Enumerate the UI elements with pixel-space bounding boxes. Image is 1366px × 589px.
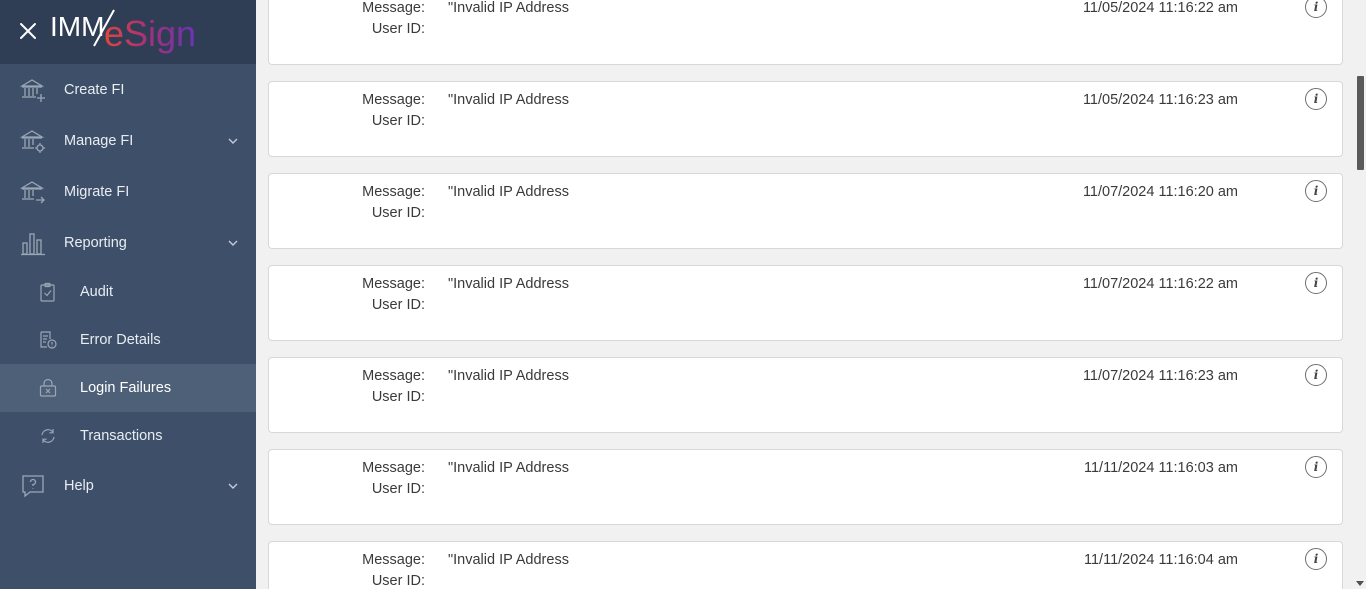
message-value: "Invalid IP Address (448, 0, 569, 16)
scrollbar-thumb[interactable] (1357, 76, 1364, 170)
info-icon[interactable]: i (1305, 456, 1327, 478)
list-item: Message: User ID: "Invalid IP Address 11… (268, 357, 1343, 433)
document-error-icon (38, 330, 58, 350)
timestamp: 11/05/2024 11:16:23 am (1082, 92, 1238, 108)
sidebar-item-help[interactable]: Help (0, 460, 256, 511)
sidebar-item-label: Login Failures (80, 380, 172, 396)
sidebar-item-reporting[interactable]: Reporting (0, 217, 256, 268)
sidebar-item-label: Transactions (80, 428, 163, 444)
list-item: Message: User ID: "Invalid IP Address 11… (268, 173, 1343, 249)
user-id-label: User ID: (371, 481, 425, 497)
sidebar: IMM eSign Create FI Manage FI Migrate FI… (0, 0, 256, 589)
message-value: "Invalid IP Address (448, 460, 569, 476)
message-value: "Invalid IP Address (448, 368, 569, 384)
sidebar-header: IMM eSign (0, 0, 256, 64)
user-id-label: User ID: (371, 113, 425, 129)
sidebar-item-label: Help (64, 477, 94, 494)
info-icon[interactable]: i (1305, 548, 1327, 570)
sidebar-item-login-failures[interactable]: Login Failures (0, 364, 256, 412)
message-value: "Invalid IP Address (448, 92, 569, 108)
bank-arrow-icon (19, 179, 46, 205)
chevron-down-icon[interactable] (226, 134, 240, 148)
sidebar-nav: Create FI Manage FI Migrate FI Reporting… (0, 64, 256, 511)
message-label: Message: (362, 552, 425, 568)
message-label: Message: (362, 0, 425, 16)
sidebar-item-label: Manage FI (64, 132, 134, 149)
lock-x-icon (38, 378, 58, 398)
bar-chart-icon (20, 230, 46, 256)
sidebar-item-label: Audit (80, 284, 114, 300)
svg-text:eSign: eSign (104, 13, 196, 54)
sidebar-item-migrate-fi[interactable]: Migrate FI (0, 166, 256, 217)
user-id-label: User ID: (371, 297, 425, 313)
user-id-label: User ID: (371, 573, 425, 589)
message-value: "Invalid IP Address (448, 552, 569, 568)
info-icon[interactable]: i (1305, 180, 1327, 202)
list-item: Message: User ID: "Invalid IP Address 11… (268, 541, 1343, 589)
message-value: "Invalid IP Address (448, 276, 569, 292)
timestamp: 11/07/2024 11:16:20 am (1082, 184, 1238, 200)
user-id-label: User ID: (371, 21, 425, 37)
info-icon[interactable]: i (1305, 364, 1327, 386)
sidebar-item-error-details[interactable]: Error Details (0, 316, 256, 364)
login-failures-list: Message: User ID: "Invalid IP Address 11… (256, 0, 1354, 589)
scroll-down-arrow-icon[interactable] (1356, 581, 1364, 586)
timestamp: 11/11/2024 11:16:04 am (1084, 552, 1238, 568)
sync-icon (38, 426, 58, 446)
message-label: Message: (362, 276, 425, 292)
timestamp: 11/05/2024 11:16:22 am (1082, 0, 1238, 16)
timestamp: 11/07/2024 11:16:22 am (1082, 276, 1238, 292)
user-id-label: User ID: (371, 205, 425, 221)
info-icon[interactable]: i (1305, 272, 1327, 294)
sidebar-item-label: Create FI (64, 81, 125, 98)
sidebar-item-label: Migrate FI (64, 183, 130, 200)
sidebar-item-audit[interactable]: Audit (0, 268, 256, 316)
list-item: Message: User ID: "Invalid IP Address 11… (268, 449, 1343, 525)
timestamp: 11/11/2024 11:16:03 am (1084, 460, 1238, 476)
svg-text:IMM: IMM (50, 11, 104, 42)
message-label: Message: (362, 184, 425, 200)
list-item: Message: User ID: "Invalid IP Address 11… (268, 265, 1343, 341)
sidebar-item-label: Reporting (64, 234, 127, 251)
list-item: Message: User ID: "Invalid IP Address 11… (268, 0, 1343, 65)
bank-plus-icon (19, 77, 46, 103)
app-logo: IMM eSign (50, 6, 220, 58)
message-label: Message: (362, 92, 425, 108)
sidebar-item-transactions[interactable]: Transactions (0, 412, 256, 460)
info-icon[interactable]: i (1305, 0, 1327, 18)
bank-gear-icon (19, 128, 46, 154)
clipboard-check-icon (38, 282, 58, 302)
sidebar-item-create-fi[interactable]: Create FI (0, 64, 256, 115)
chevron-down-icon[interactable] (226, 236, 240, 250)
info-icon[interactable]: i (1305, 88, 1327, 110)
sidebar-item-label: Error Details (80, 332, 161, 348)
vertical-scrollbar[interactable] (1354, 0, 1366, 589)
message-value: "Invalid IP Address (448, 184, 569, 200)
message-label: Message: (362, 460, 425, 476)
help-bubble-icon (20, 473, 46, 499)
message-label: Message: (362, 368, 425, 384)
list-item: Message: User ID: "Invalid IP Address 11… (268, 81, 1343, 157)
user-id-label: User ID: (371, 389, 425, 405)
timestamp: 11/07/2024 11:16:23 am (1082, 368, 1238, 384)
chevron-down-icon[interactable] (226, 479, 240, 493)
close-icon[interactable] (18, 21, 38, 41)
sidebar-item-manage-fi[interactable]: Manage FI (0, 115, 256, 166)
